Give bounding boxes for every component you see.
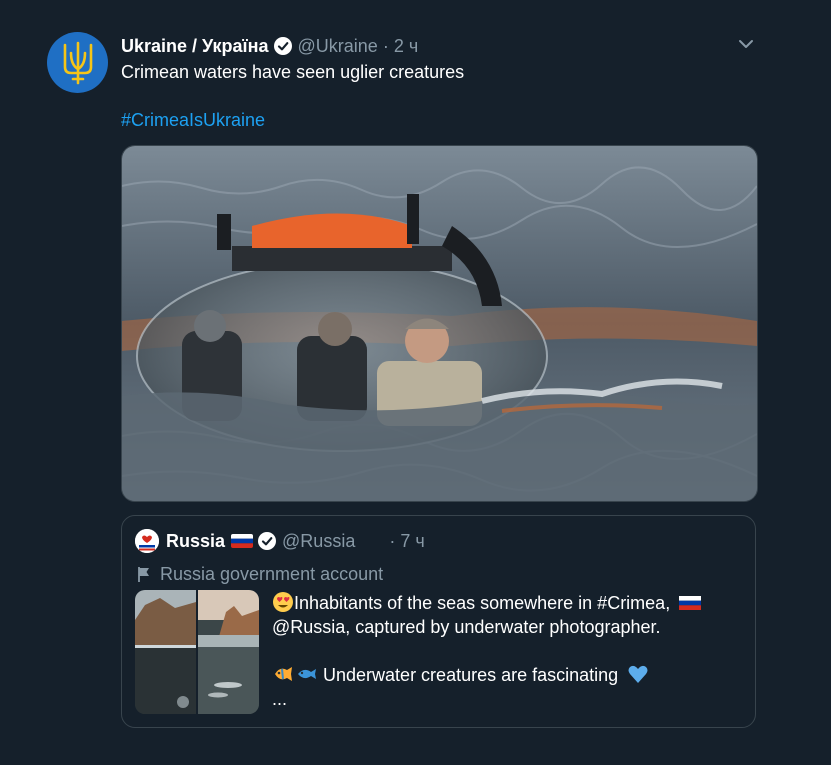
blue-heart-icon (628, 665, 648, 683)
tweet-header: Ukraine / Україна @Ukraine · 2 ч (121, 34, 418, 58)
underwater-photo-1 (135, 590, 196, 714)
chevron-down-icon[interactable] (736, 34, 756, 54)
government-label: Russia government account (135, 562, 383, 586)
tweet-photo[interactable] (121, 145, 758, 502)
government-label-text: Russia government account (160, 564, 384, 584)
russia-flag-icon (679, 596, 702, 610)
quoted-media[interactable] (135, 590, 259, 714)
quoted-timestamp[interactable]: 7 ч (400, 529, 424, 553)
tropical-fish-icon (275, 667, 292, 681)
quoted-handle[interactable]: @Russia (282, 529, 355, 553)
submarine-photo (122, 146, 757, 501)
separator-dot: · (382, 36, 389, 56)
hashtag-link[interactable]: #CrimeaIsUkraine (121, 108, 265, 132)
verified-badge-icon (258, 532, 277, 550)
quote-line-2: @Russia, captured by underwater photogra… (272, 617, 661, 637)
quoted-text: Inhabitants of the seas somewhere in #Cr… (272, 591, 742, 711)
tweet[interactable]: Ukraine / Україна @Ukraine · 2 ч Crimean… (0, 0, 831, 765)
quoted-avatar[interactable] (135, 529, 159, 553)
trident-icon (63, 41, 92, 84)
underwater-photo-2 (198, 590, 259, 714)
flag-pennant-icon (138, 567, 149, 582)
russia-flag-icon (231, 534, 254, 548)
timestamp[interactable]: 2 ч (394, 34, 418, 58)
quote-line-3: Underwater creatures are fascinating (323, 665, 619, 685)
display-name[interactable]: Ukraine / Україна (121, 34, 269, 58)
quoted-tweet[interactable]: Russia @Russia · 7 ч Russia government a… (121, 515, 756, 728)
quoted-header: Russia @Russia · 7 ч (166, 529, 425, 553)
fish-icon (298, 669, 316, 679)
verified-badge-icon (273, 37, 292, 55)
separator-dot: · (389, 531, 396, 551)
quote-line-1: Inhabitants of the seas somewhere in #Cr… (294, 593, 671, 613)
quoted-display-name[interactable]: Russia (166, 529, 225, 553)
handle[interactable]: @Ukraine (298, 34, 378, 58)
quote-ellipsis: ... (272, 689, 288, 709)
heart-eyes-emoji-icon (273, 592, 293, 612)
avatar[interactable] (47, 32, 108, 93)
tweet-text: Crimean waters have seen uglier creature… (121, 62, 465, 82)
russia-logo-icon (135, 529, 159, 553)
